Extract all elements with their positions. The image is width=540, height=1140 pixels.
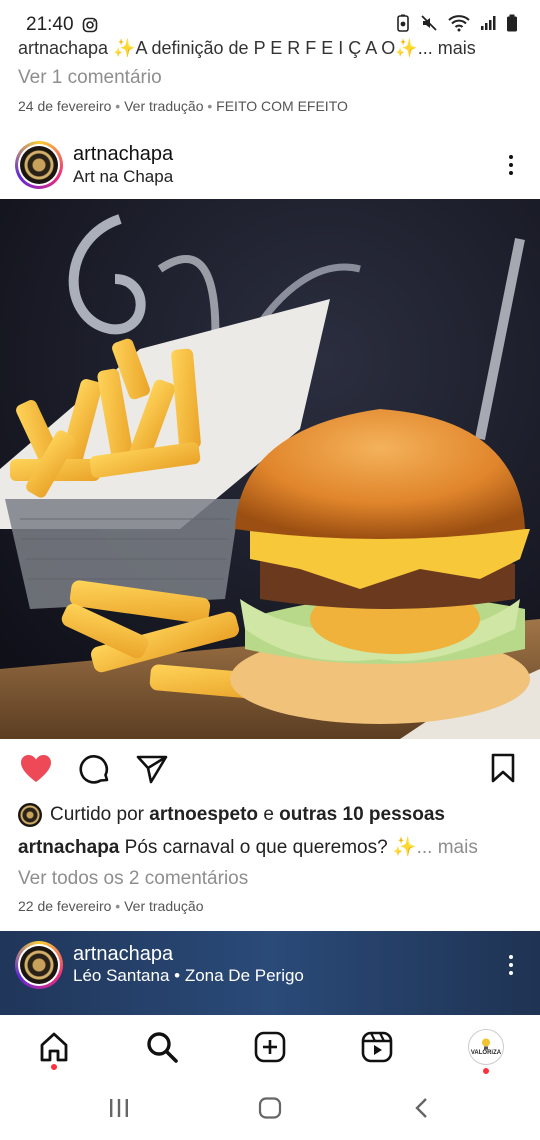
comment-icon[interactable] <box>79 754 111 786</box>
liked-by-and: e <box>263 804 274 825</box>
nav-reels[interactable] <box>359 1029 395 1065</box>
home-system-icon[interactable] <box>258 1097 282 1119</box>
android-navigation-bar <box>0 1088 540 1140</box>
signal-icon <box>481 16 496 30</box>
view-all-comments-link[interactable]: Ver todos os 2 comentários <box>18 868 248 890</box>
next-post-header[interactable]: artnachapa Léo Santana • Zona De Perigo <box>0 931 540 1015</box>
status-icons <box>396 14 518 32</box>
caption-username[interactable]: artnachapa <box>18 837 119 858</box>
battery-icon <box>507 14 517 32</box>
save-bookmark-icon[interactable] <box>490 753 516 783</box>
nav-create[interactable] <box>252 1029 288 1065</box>
next-post-avatar[interactable] <box>15 941 63 989</box>
liker-avatar[interactable] <box>18 803 42 827</box>
caption-more-link[interactable]: ... mais <box>417 837 478 858</box>
liked-by-prefix: Curtido por <box>50 804 144 825</box>
mute-icon <box>421 15 437 31</box>
nav-search[interactable] <box>144 1029 180 1065</box>
status-time: 21:40 <box>26 14 74 35</box>
post-header: artnachapa Art na Chapa <box>0 136 540 196</box>
previous-post-meta: 24 de fevereiro • Ver tradução • FEITO C… <box>18 98 348 114</box>
liked-by-others[interactable]: outras 10 pessoas <box>279 804 445 825</box>
back-icon[interactable] <box>413 1097 431 1119</box>
battery-saver-icon <box>397 14 409 32</box>
post-avatar[interactable] <box>15 141 63 189</box>
post-translate-link[interactable]: Ver tradução <box>124 898 203 914</box>
previous-post-caption[interactable]: artnachapa ✨A definição de P E R F E I Ç… <box>18 38 476 59</box>
profile-notification-dot <box>483 1068 489 1074</box>
post-location[interactable]: Art na Chapa <box>73 167 173 187</box>
previous-post-view-comments[interactable]: Ver 1 comentário <box>18 67 162 89</box>
post-image[interactable] <box>0 199 540 739</box>
next-post-audio[interactable]: Léo Santana • Zona De Perigo <box>73 966 304 986</box>
next-post-username[interactable]: artnachapa <box>73 943 173 966</box>
home-icon <box>40 1032 68 1062</box>
post-date: 22 de fevereiro <box>18 898 112 914</box>
share-send-icon[interactable] <box>136 754 168 784</box>
profile-avatar: VALORiZA <box>468 1029 504 1065</box>
post-action-bar <box>0 748 540 790</box>
likes-summary[interactable]: Curtido por artnoespeto e outras 10 pess… <box>18 803 445 827</box>
nav-home[interactable] <box>36 1029 72 1065</box>
wifi-icon <box>448 15 470 32</box>
instagram-notification-icon <box>82 17 98 38</box>
bottom-navigation: VALORiZA <box>0 1015 540 1087</box>
liked-by-user[interactable]: artnoespeto <box>149 804 258 825</box>
next-post-more-options-icon[interactable] <box>501 955 521 975</box>
like-heart-icon[interactable] <box>20 754 52 784</box>
search-icon <box>147 1032 178 1063</box>
nav-profile[interactable]: VALORiZA <box>468 1029 504 1065</box>
post-caption[interactable]: artnachapa Pós carnaval o que queremos? … <box>18 835 478 859</box>
post-username[interactable]: artnachapa <box>73 143 173 166</box>
burger-and-fries-image <box>0 199 540 739</box>
lightbulb-icon <box>482 1038 490 1050</box>
recent-apps-icon[interactable] <box>108 1098 130 1118</box>
reels-icon <box>361 1031 393 1063</box>
previous-post-date: 24 de fevereiro <box>18 98 112 114</box>
create-post-icon <box>254 1031 286 1063</box>
previous-post-effect-label[interactable]: FEITO COM EFEITO <box>216 98 348 114</box>
home-notification-dot <box>51 1064 57 1070</box>
caption-text: Pós carnaval o que queremos? ✨ <box>124 837 417 858</box>
profile-label: VALORiZA <box>470 1050 502 1056</box>
more-options-icon[interactable] <box>501 155 521 175</box>
previous-post-translate-link[interactable]: Ver tradução <box>124 98 203 114</box>
post-meta: 22 de fevereiro • Ver tradução <box>18 898 204 914</box>
